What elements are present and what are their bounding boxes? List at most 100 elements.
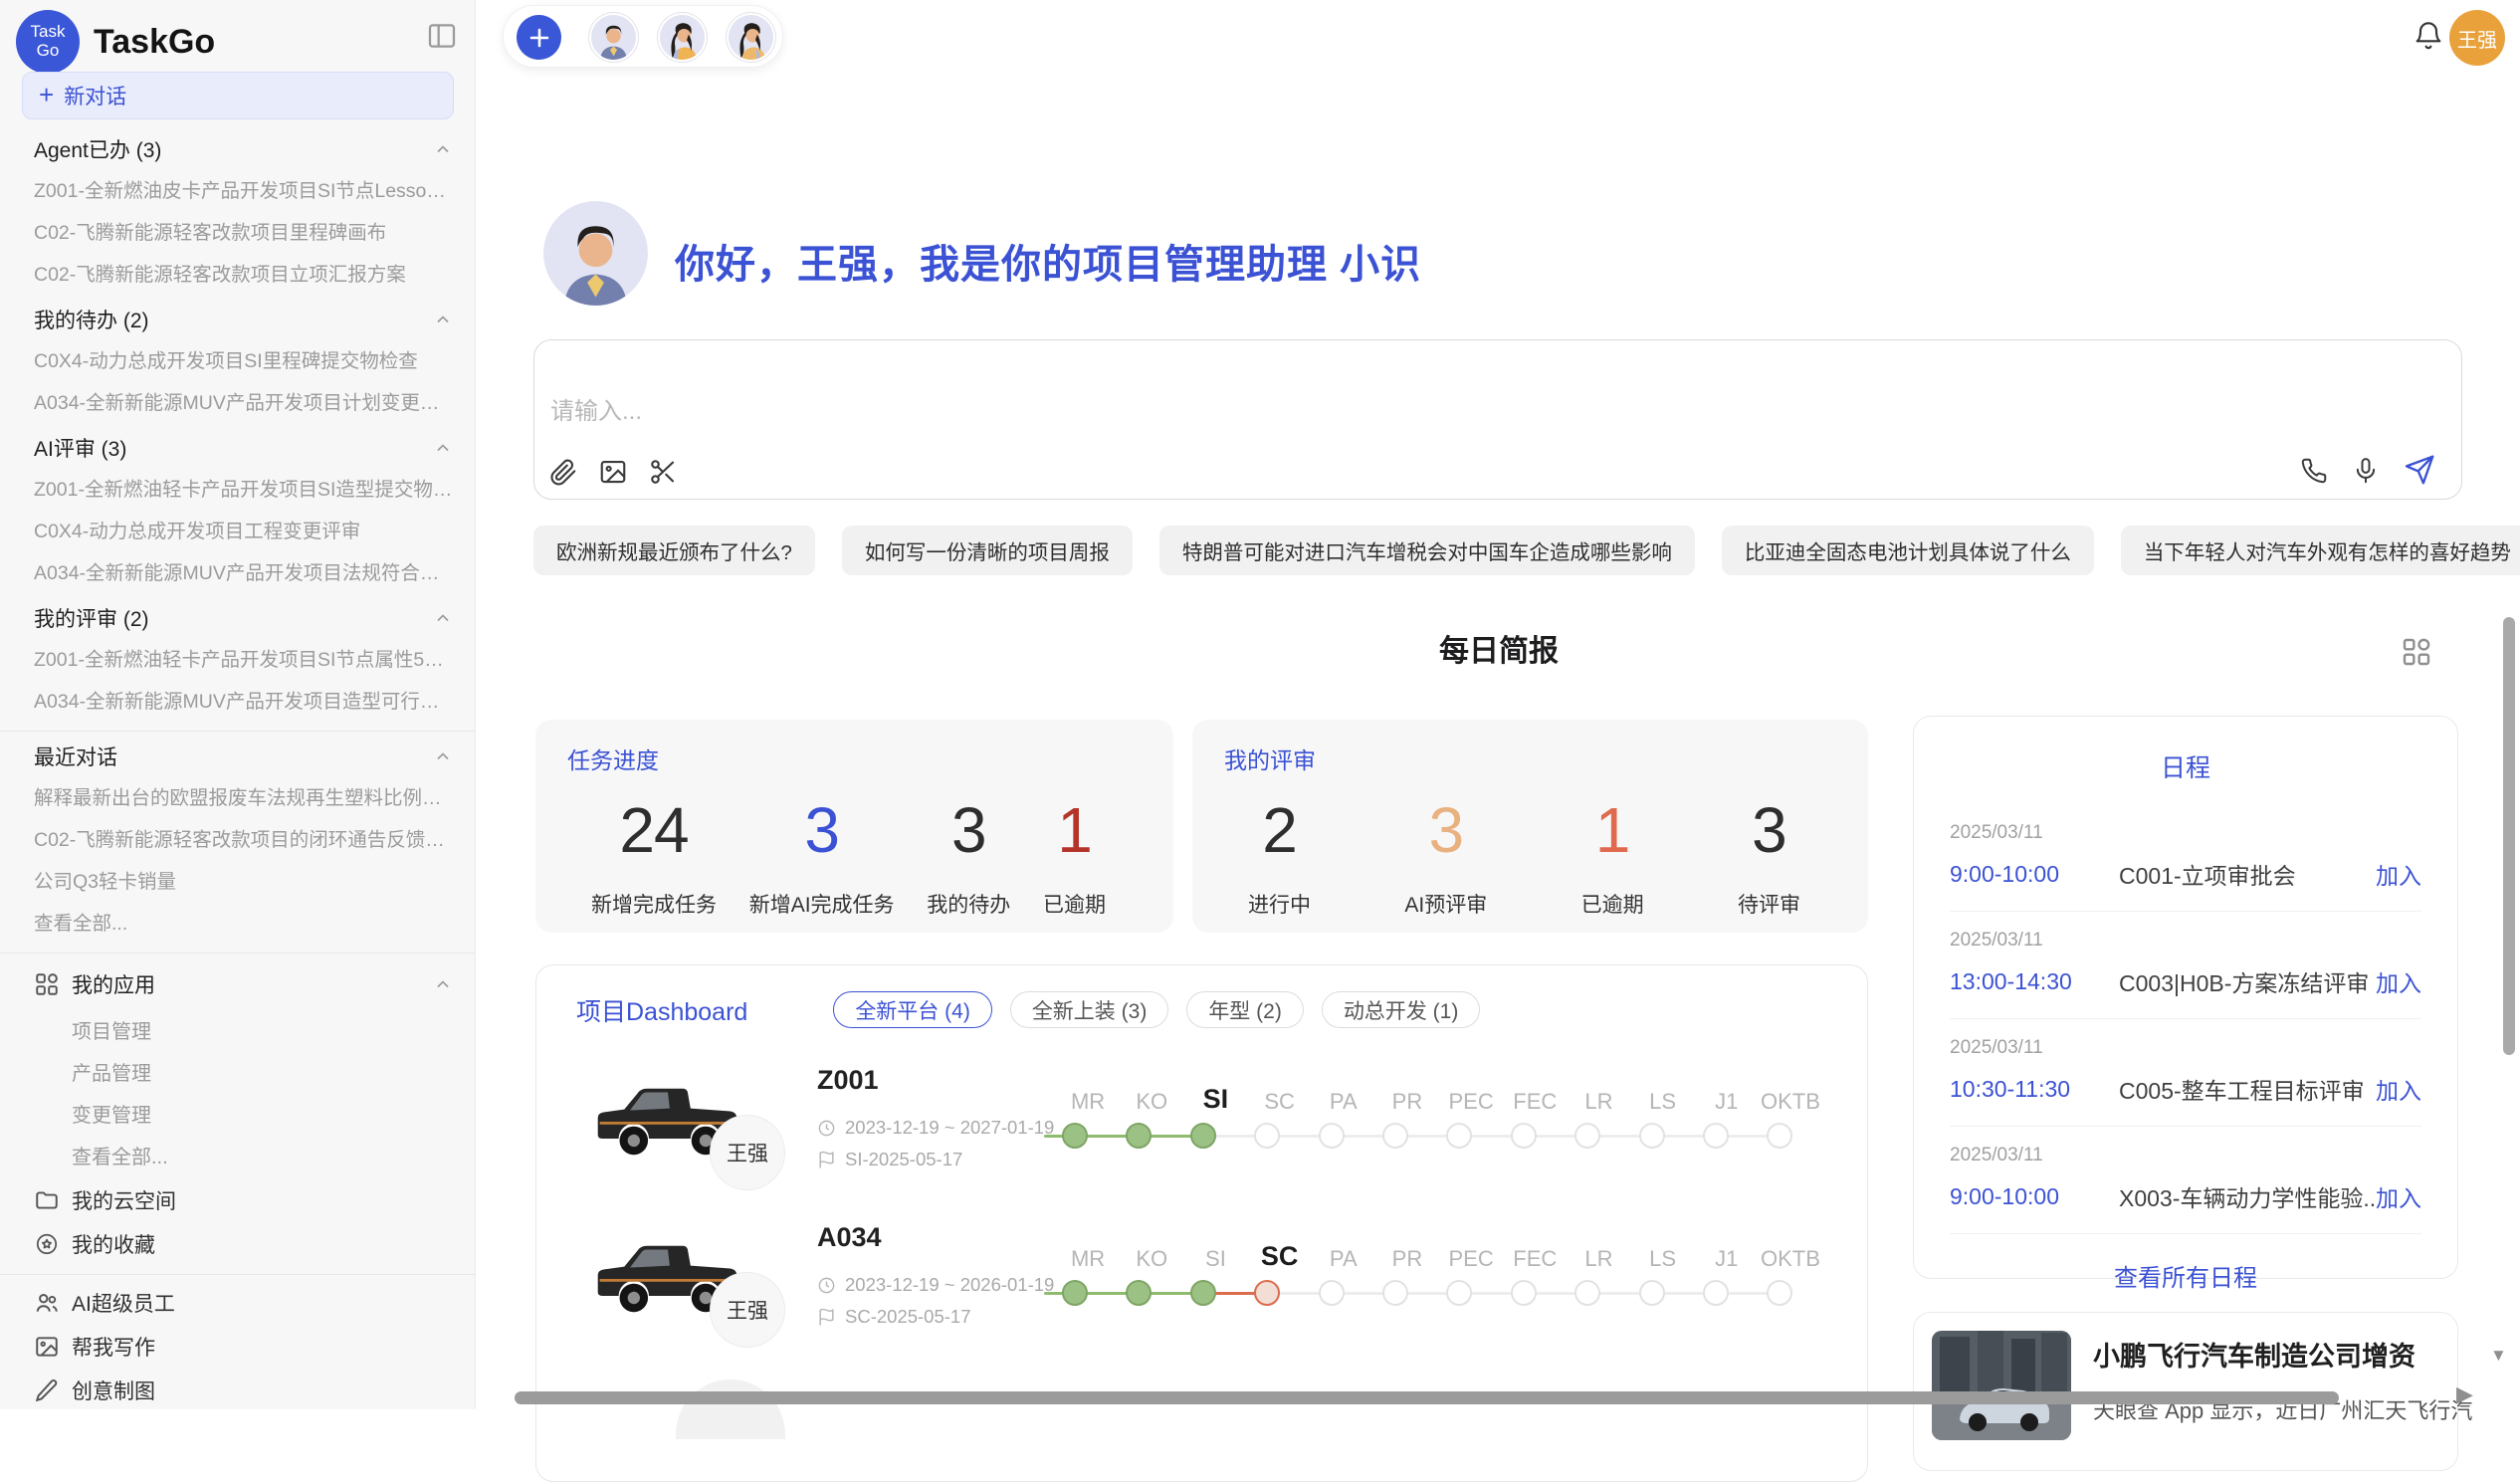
horizontal-scrollbar[interactable]	[515, 1391, 2339, 1404]
news-title: 小鹏飞行汽车制造公司增资	[2093, 1335, 2472, 1374]
sidebar-item-recent-chat[interactable]: 公司Q3轻卡销量	[34, 861, 453, 903]
sidebar-item-favorites[interactable]: 我的收藏	[34, 1222, 453, 1266]
app-logo: Task Go TaskGo	[16, 10, 215, 74]
view-all-schedule-link[interactable]: 查看所有日程	[1950, 1258, 2421, 1293]
sidebar-item-creative-draw[interactable]: 创意制图	[34, 1369, 453, 1409]
stat-label: 我的待办	[927, 889, 1010, 919]
image-upload-icon[interactable]	[598, 457, 628, 487]
milestone-label: PR	[1375, 1248, 1439, 1270]
layout-grid-icon[interactable]	[2401, 636, 2432, 668]
sidebar-item-ai-review[interactable]: A034-全新新能源MUV产品开发项目法规符合性评审	[34, 552, 453, 594]
stat-item: 1 已逾期	[1581, 793, 1644, 919]
scroll-down-arrow-icon[interactable]: ▼	[2490, 1346, 2507, 1366]
milestone-node	[1190, 1280, 1216, 1306]
milestone-label: LS	[1631, 1091, 1695, 1113]
sidebar-item-recent-chat[interactable]: 解释最新出台的欧盟报废车法规再生塑料比例被调至15%...	[34, 777, 453, 819]
suggestion-chip[interactable]: 特朗普可能对进口汽车增税会对中国车企造成哪些影响	[1159, 526, 1695, 575]
sidebar-item-app[interactable]: 产品管理	[34, 1053, 453, 1095]
milestone-node	[1319, 1280, 1345, 1306]
sidebar-item-recent-chat[interactable]: 查看全部...	[34, 903, 453, 945]
sidebar-item-cloud-space[interactable]: 我的云空间	[34, 1178, 453, 1222]
section-label: AI评审 (3)	[34, 433, 126, 463]
sidebar-item-ai-staff[interactable]: AI超级员工	[34, 1281, 453, 1325]
milestone-node	[1126, 1280, 1152, 1306]
suggestion-chip[interactable]: 欧洲新规最近颁布了什么?	[533, 526, 815, 575]
dashboard-filter-chip[interactable]: 年型 (2)	[1186, 991, 1304, 1028]
stat-item: 1 已逾期	[1043, 793, 1106, 919]
project-row[interactable]: 王强 A034 2023-12-19 ~ 2026-01-19 SC-2025-…	[536, 1222, 1867, 1379]
sidebar-item-my-review[interactable]: A034-全新新能源MUV产品开发项目造型可行性评审	[34, 681, 453, 723]
project-owner-badge: 王强	[710, 1115, 785, 1190]
milestone-label: FEC	[1503, 1091, 1567, 1113]
project-flag-date: SC-2025-05-17	[817, 1306, 971, 1328]
vertical-scrollbar[interactable]	[2503, 617, 2515, 1055]
app-logo-icon: Task Go	[16, 10, 80, 74]
join-meeting-link[interactable]: 加入	[2376, 1179, 2421, 1213]
user-avatar[interactable]: 王强	[2449, 10, 2505, 66]
chat-composer	[533, 339, 2462, 500]
sidebar-item-ai-review[interactable]: Z001-全新燃油轻卡产品开发项目SI造型提交物评审	[34, 469, 453, 511]
sidebar-item-recent-chat[interactable]: C02-飞腾新能源轻客改款项目的闭环通告反馈情况	[34, 819, 453, 861]
section-header-ai-review[interactable]: AI评审 (3)	[34, 427, 453, 469]
man-avatar-illustration	[591, 15, 636, 60]
task-progress-card: 任务进度 24 新增完成任务 3 新增AI完成任务 3 我的待办 1 已逾期	[535, 720, 1173, 933]
phone-call-icon[interactable]	[2299, 456, 2329, 486]
sidebar-item-todo[interactable]: A034-全新新能源MUV产品开发项目计划变更表编写	[34, 382, 453, 424]
suggestion-chip[interactable]: 如何写一份清晰的项目周报	[842, 526, 1133, 575]
sidebar-item-my-review[interactable]: Z001-全新燃油轻卡产品开发项目SI节点属性5D文件评审	[34, 639, 453, 681]
scissors-icon[interactable]	[648, 457, 678, 487]
chat-input[interactable]	[550, 398, 2242, 426]
sidebar-item-agent-task[interactable]: C02-飞腾新能源轻客改款项目里程碑画布	[34, 212, 453, 254]
stat-item: 2 进行中	[1248, 793, 1311, 919]
section-header-recent-chats[interactable]: 最近对话	[34, 736, 453, 777]
join-meeting-link[interactable]: 加入	[2376, 1072, 2421, 1106]
milestone-label: PR	[1375, 1091, 1439, 1113]
milestone-node	[1319, 1123, 1345, 1149]
sidebar-collapse-icon[interactable]	[426, 20, 458, 52]
sidebar-item-todo[interactable]: C0X4-动力总成开发项目SI里程碑提交物检查	[34, 340, 453, 382]
daily-briefing-title: 每日简报	[533, 631, 2464, 673]
section-label: 我的待办 (2)	[34, 305, 149, 334]
project-row[interactable]: 王强 Z001 2023-12-19 ~ 2027-01-19 SI-2025-…	[536, 1065, 1867, 1222]
sidebar-item-ai-review[interactable]: C0X4-动力总成开发项目工程变更评审	[34, 511, 453, 552]
stat-item: 3 AI预评审	[1404, 793, 1487, 919]
sidebar-item-app[interactable]: 查看全部...	[34, 1137, 453, 1178]
dashboard-filter-chip[interactable]: 全新上装 (3)	[1010, 991, 1169, 1028]
microphone-icon[interactable]	[2351, 456, 2381, 486]
avatar-contact-1[interactable]	[591, 15, 636, 60]
card-title: 我的评审	[1224, 741, 1836, 775]
new-chat-button[interactable]: + 新对话	[22, 72, 454, 119]
milestone-node	[1446, 1280, 1472, 1306]
section-header-agent-done[interactable]: Agent已办 (3)	[34, 128, 453, 170]
sidebar-item-app[interactable]: 项目管理	[34, 1011, 453, 1053]
milestone-label: PEC	[1439, 1248, 1503, 1270]
send-icon[interactable]	[2403, 454, 2435, 487]
attachment-icon[interactable]	[548, 457, 578, 487]
section-header-my-todo[interactable]: 我的待办 (2)	[34, 299, 453, 340]
join-meeting-link[interactable]: 加入	[2376, 964, 2421, 998]
logo-text-top: Task	[31, 23, 66, 42]
milestone-label: J1	[1695, 1091, 1759, 1113]
sidebar-item-help-write[interactable]: 帮我写作	[34, 1325, 453, 1369]
section-header-my-apps[interactable]: 我的应用	[34, 963, 453, 1005]
section-header-my-review[interactable]: 我的评审 (2)	[34, 597, 453, 639]
suggestion-chip[interactable]: 当下年轻人对汽车外观有怎样的喜好趋势	[2121, 526, 2520, 575]
notification-bell-icon[interactable]	[2413, 20, 2444, 54]
medal-icon	[34, 1231, 60, 1257]
stat-value: 1	[1581, 793, 1644, 867]
join-meeting-link[interactable]: 加入	[2376, 857, 2421, 891]
milestone-track: MRKOSISCPAPRPECFECLRLSJ1OKTB	[1056, 1236, 1822, 1310]
sidebar-item-app[interactable]: 变更管理	[34, 1095, 453, 1137]
avatar-contact-2[interactable]	[660, 15, 705, 60]
apps-grid-icon	[34, 971, 60, 997]
avatar-contact-3[interactable]	[729, 15, 773, 60]
add-contact-button[interactable]	[517, 15, 561, 60]
chevron-up-icon	[433, 438, 453, 458]
milestone-label: SC	[1248, 1243, 1312, 1270]
sidebar-item-agent-task[interactable]: C02-飞腾新能源轻客改款项目立项汇报方案	[34, 254, 453, 296]
dashboard-filter-chip[interactable]: 全新平台 (4)	[833, 991, 992, 1028]
scroll-right-arrow-icon[interactable]: ▶	[2456, 1381, 2473, 1407]
sidebar-item-agent-task[interactable]: Z001-全新燃油皮卡产品开发项目SI节点Lesson Learn报告	[34, 170, 453, 212]
dashboard-filter-chip[interactable]: 动总开发 (1)	[1322, 991, 1481, 1028]
suggestion-chip[interactable]: 比亚迪全固态电池计划具体说了什么	[1722, 526, 2094, 575]
